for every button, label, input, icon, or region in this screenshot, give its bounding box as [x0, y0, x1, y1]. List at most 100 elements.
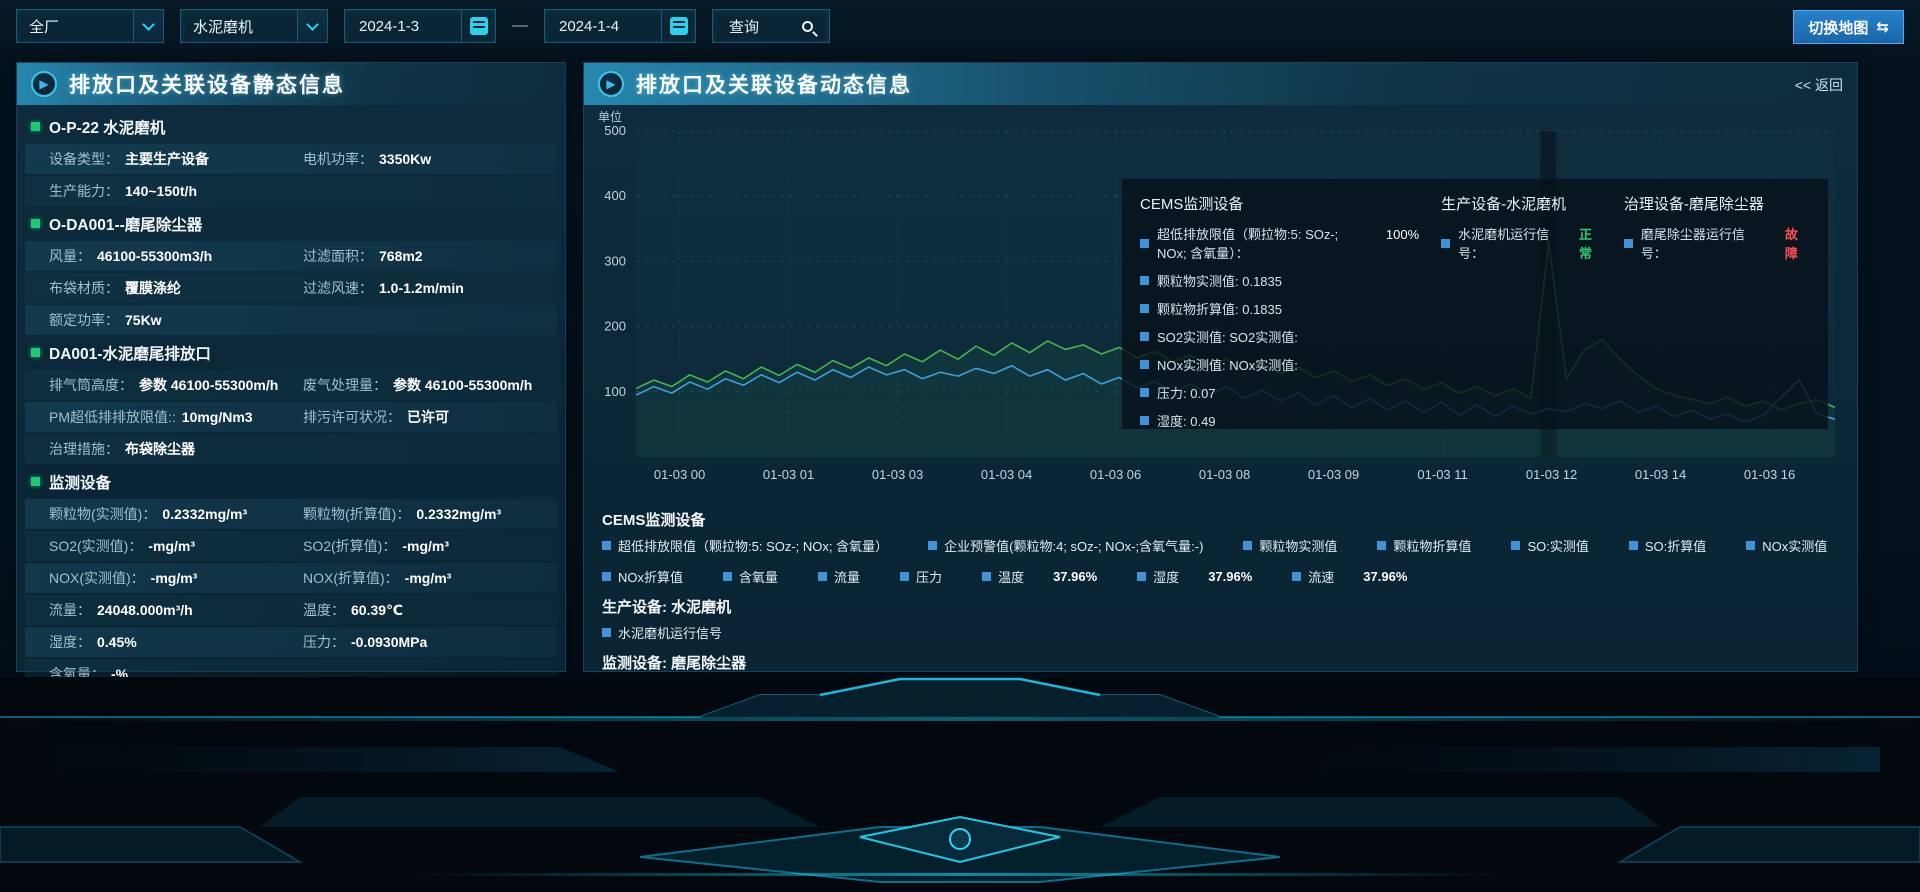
- info-row: 布袋材质：覆膜涤纶过滤风速：1.0-1.2m/min: [25, 273, 557, 303]
- field-label: 风量：: [49, 246, 91, 266]
- legend-square-icon: [602, 541, 611, 550]
- legend-square-icon: [982, 572, 991, 581]
- tooltip-item: 颗粒物折算值: 0.1835: [1140, 299, 1419, 318]
- legend-item-label: 流速: [1308, 567, 1334, 586]
- field-label: 湿度：: [49, 632, 91, 652]
- tooltip-item-label: NOx实测值: NOx实测值:: [1157, 355, 1298, 374]
- legend-square-icon: [1624, 239, 1633, 248]
- legend-item[interactable]: 超低排放限值（颗拉物:5: SOz-; NOx; 含氧量）: [602, 536, 888, 555]
- plant-select[interactable]: 全厂: [16, 9, 164, 43]
- field-value: -mg/m³: [405, 570, 452, 586]
- legend-item[interactable]: 含氧量: [723, 567, 778, 586]
- legend-item[interactable]: SO:实测值: [1511, 536, 1588, 555]
- info-cell: 排气筒高度： 参数 46100-55300m/h: [49, 375, 303, 395]
- end-date-input[interactable]: 2024-1-4: [544, 9, 696, 43]
- switch-map-label: 切换地图: [1808, 17, 1868, 38]
- legend-item[interactable]: SO:折算值: [1629, 536, 1706, 555]
- section-heading: O-P-22 水泥磨机: [25, 111, 557, 142]
- legend-item[interactable]: 颗粒物实测值: [1243, 536, 1337, 555]
- svg-text:400: 400: [604, 188, 626, 203]
- switch-map-button[interactable]: 切换地图 ⇆: [1793, 10, 1904, 44]
- legend-item[interactable]: NOx折算值: [602, 567, 683, 586]
- info-row: 生产能力：140~150t/h: [25, 176, 557, 206]
- legend-square-icon: [1140, 276, 1149, 285]
- field-label: 治理措施：: [49, 439, 119, 459]
- svg-text:01-03 01: 01-03 01: [763, 467, 814, 482]
- tooltip-treatment-title: 治理设备-磨尾除尘器: [1624, 193, 1810, 214]
- tooltip-item-label: 压力: 0.07: [1157, 383, 1216, 402]
- info-cell: SO2(折算值)：-mg/m³: [303, 536, 557, 556]
- legend-square-icon: [602, 628, 611, 637]
- back-link[interactable]: << 返回: [1795, 75, 1843, 95]
- play-icon: ▶: [598, 71, 624, 97]
- field-value: 参数 46100-55300m/h: [139, 375, 278, 395]
- tooltip-item: 压力: 0.07: [1140, 383, 1419, 402]
- legend-square-icon: [1746, 541, 1755, 550]
- field-label: 额定功率：: [49, 310, 119, 330]
- legend-item[interactable]: 流速 37.96%: [1292, 567, 1407, 586]
- legend-square-icon: [602, 572, 611, 581]
- info-cell: 额定功率：75Kw: [49, 310, 303, 330]
- query-button[interactable]: 查询: [712, 9, 830, 43]
- legend-square-icon: [900, 572, 909, 581]
- info-cell: 风量：46100-55300m3/h: [49, 246, 303, 266]
- field-label: 过滤风速：: [303, 278, 373, 298]
- chevron-down-icon: [133, 10, 163, 42]
- legend-monitor-heading: 监测设备: 磨尾除尘器: [602, 652, 1839, 673]
- legend-item[interactable]: 磨尾除尘器运行信号: [602, 679, 735, 698]
- field-label: SO2(实测值)：: [49, 536, 142, 556]
- info-cell: 电机功率：3350Kw: [303, 149, 557, 169]
- tooltip-item: 湿度: 0.49: [1140, 411, 1419, 430]
- status-fault: 故障: [1785, 224, 1810, 262]
- tooltip-production-column: 生产设备-水泥磨机 水泥磨机运行信号： 正常: [1441, 193, 1602, 415]
- legend-item-label: 超低排放限值（颗拉物:5: SOz-; NOx; 含氧量）: [618, 536, 888, 555]
- legend-item[interactable]: NOx实测值: [1746, 536, 1827, 555]
- start-date-input[interactable]: 2024-1-3: [344, 9, 496, 43]
- legend-item[interactable]: 温度37.96%: [982, 567, 1097, 586]
- switch-arrows-icon: ⇆: [1876, 18, 1889, 36]
- svg-text:100: 100: [604, 384, 626, 399]
- static-info-panel: ▶ 排放口及关联设备静态信息 O-P-22 水泥磨机设备类型：主要生产设备电机功…: [16, 62, 566, 672]
- dynamic-panel-title: 排放口及关联设备动态信息: [636, 69, 912, 99]
- svg-text:01-03 08: 01-03 08: [1199, 467, 1250, 482]
- line-chart: 单位10020030040050001-03 0001-03 0101-03 0…: [584, 105, 1857, 495]
- info-cell: 过滤面积：768m2: [303, 246, 557, 266]
- device-select-value: 水泥磨机: [193, 16, 253, 37]
- section-heading-label: DA001-水泥磨尾排放口: [49, 342, 211, 364]
- device-select[interactable]: 水泥磨机: [180, 9, 328, 43]
- field-label: 压力：: [303, 632, 345, 652]
- legend-item[interactable]: 水泥磨机运行信号: [602, 623, 722, 642]
- info-row: 治理措施：布袋除尘器: [25, 434, 557, 464]
- dynamic-info-panel: ▶ 排放口及关联设备动态信息 << 返回 单位10020030040050001…: [583, 62, 1858, 672]
- green-square-icon: [31, 219, 40, 228]
- legend-item[interactable]: 流量: [818, 567, 860, 586]
- top-filter-bar: 全厂 水泥磨机 2024-1-3 — 2024-1-4 查询 切换地图 ⇆: [0, 0, 1920, 52]
- legend-item[interactable]: 颗粒物折算值: [1377, 536, 1471, 555]
- info-cell: NOX(折算值)：-mg/m³: [303, 568, 557, 588]
- legend-square-icon: [1441, 239, 1450, 248]
- legend-square-icon: [1511, 541, 1520, 550]
- svg-text:01-03 04: 01-03 04: [981, 467, 1032, 482]
- legend-square-icon: [1140, 416, 1149, 425]
- field-label: 排气筒高度：: [49, 375, 133, 395]
- tooltip-item: 超低排放限值（颗拉物:5: SOz-; NOx; 含氧量）：100%: [1140, 224, 1419, 262]
- legend-area: CEMS监测设备 超低排放限值（颗拉物:5: SOz-; NOx; 含氧量） 企业…: [584, 495, 1857, 698]
- tooltip-production-title: 生产设备-水泥磨机: [1441, 193, 1602, 214]
- field-label: 布袋材质：: [49, 278, 119, 298]
- svg-text:01-03 12: 01-03 12: [1526, 467, 1577, 482]
- legend-item-value: 37.96%: [1363, 569, 1407, 584]
- tooltip-treatment-column: 治理设备-磨尾除尘器 磨尾除尘器运行信号： 故障: [1624, 193, 1810, 415]
- legend-item-label: 磨尾除尘器运行信号: [618, 679, 735, 698]
- legend-item[interactable]: 企业预警值(颗粒物:4; sOz-; NOx-;含氧气量:-): [928, 536, 1203, 555]
- legend-item[interactable]: 湿度37.96%: [1137, 567, 1252, 586]
- svg-text:300: 300: [604, 253, 626, 268]
- legend-item[interactable]: 压力: [900, 567, 942, 586]
- tooltip-cems-title: CEMS监测设备: [1140, 193, 1419, 214]
- legend-cems-heading: CEMS监测设备: [602, 509, 1839, 530]
- dynamic-panel-header: ▶ 排放口及关联设备动态信息 << 返回: [584, 63, 1857, 105]
- section-heading-label: 监测设备: [49, 471, 111, 493]
- field-value: -mg/m³: [151, 570, 198, 586]
- field-value: 140~150t/h: [125, 183, 197, 199]
- info-cell: NOX(实测值)：-mg/m³: [49, 568, 303, 588]
- field-value: 1.0-1.2m/min: [379, 280, 464, 296]
